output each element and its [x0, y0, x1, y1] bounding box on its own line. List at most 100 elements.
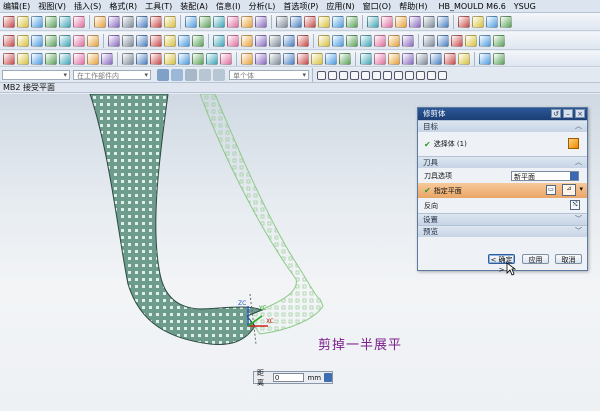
toolbar-tool-icon[interactable] [206, 52, 218, 65]
plane-type-icon[interactable]: ⊿ [562, 184, 576, 196]
toolbar-tool-icon[interactable] [227, 15, 239, 28]
toolbar-tool-icon[interactable] [465, 34, 477, 47]
menu-help[interactable]: 帮助(H) [396, 1, 432, 12]
toolbar-tool-icon[interactable] [178, 34, 190, 47]
toolbar-tool-icon[interactable] [241, 52, 253, 65]
snap-point-icon[interactable] [405, 70, 414, 80]
toolbar-tool-icon[interactable] [360, 52, 372, 65]
snap-icon[interactable] [185, 69, 197, 81]
toolbar-tool-icon[interactable] [164, 15, 176, 28]
toolbar-tool-icon[interactable] [31, 52, 43, 65]
toolbar-tool-icon[interactable] [346, 34, 358, 47]
toolbar-tool-icon[interactable] [255, 52, 267, 65]
toolbar-tool-icon[interactable] [437, 15, 449, 28]
toolbar-tool-icon[interactable] [458, 15, 470, 28]
toolbar-tool-icon[interactable] [136, 52, 148, 65]
toolbar-tool-icon[interactable] [178, 52, 190, 65]
toolbar-tool-icon[interactable] [297, 52, 309, 65]
toolbar-tool-icon[interactable] [94, 15, 106, 28]
menu-format[interactable]: 格式(R) [106, 1, 142, 12]
toolbar-tool-icon[interactable] [318, 34, 330, 47]
toolbar-tool-icon[interactable] [150, 15, 162, 28]
toolbar-tool-icon[interactable] [479, 34, 491, 47]
toolbar-tool-icon[interactable] [416, 52, 428, 65]
toolbar-tool-icon[interactable] [31, 34, 43, 47]
toolbar-tool-icon[interactable] [122, 15, 134, 28]
toolbar-tool-icon[interactable] [150, 34, 162, 47]
toolbar-tool-icon[interactable] [430, 52, 442, 65]
toolbar-tool-icon[interactable] [136, 34, 148, 47]
toolbar-tool-icon[interactable] [108, 34, 120, 47]
toolbar-tool-icon[interactable] [332, 34, 344, 47]
toolbar-tool-icon[interactable] [486, 15, 498, 28]
toolbar-tool-icon[interactable] [423, 34, 435, 47]
toolbar-tool-icon[interactable] [73, 15, 85, 28]
close-icon[interactable]: × [575, 109, 585, 118]
snap-point-icon[interactable] [372, 70, 381, 80]
toolbar-tool-icon[interactable] [241, 15, 253, 28]
toolbar-tool-icon[interactable] [59, 34, 71, 47]
body-select-combo[interactable]: 单个体 [229, 70, 309, 80]
toolbar-tool-icon[interactable] [318, 15, 330, 28]
toolbar-tool-icon[interactable] [325, 52, 337, 65]
toolbar-tool-icon[interactable] [3, 34, 15, 47]
toolbar-tool-icon[interactable] [136, 15, 148, 28]
toolbar-tool-icon[interactable] [472, 15, 484, 28]
toolbar-tool-icon[interactable] [479, 52, 491, 65]
toolbar-tool-icon[interactable] [73, 52, 85, 65]
toolbar-tool-icon[interactable] [458, 52, 470, 65]
toolbar-tool-icon[interactable] [283, 34, 295, 47]
toolbar-tool-icon[interactable] [374, 52, 386, 65]
toolbar-tool-icon[interactable] [290, 15, 302, 28]
snap-point-icon[interactable] [383, 70, 392, 80]
toolbar-tool-icon[interactable] [332, 15, 344, 28]
toolbar-tool-icon[interactable] [227, 34, 239, 47]
snap-point-icon[interactable] [339, 70, 348, 80]
tool-option-select[interactable]: 新平面 [511, 170, 579, 181]
line-icon[interactable] [213, 69, 225, 81]
menu-edit[interactable]: 编辑(E) [0, 1, 35, 12]
toolbar-tool-icon[interactable] [199, 15, 211, 28]
tool-section-header[interactable]: 刀具 ︿ [418, 156, 587, 168]
toolbar-tool-icon[interactable] [108, 15, 120, 28]
toolbar-tool-icon[interactable] [269, 34, 281, 47]
toolbar-tool-icon[interactable] [59, 52, 71, 65]
snap-point-icon[interactable] [438, 70, 447, 80]
toolbar-tool-icon[interactable] [101, 52, 113, 65]
reverse-direction-icon[interactable]: ⤭ [570, 200, 580, 210]
toolbar-tool-icon[interactable] [87, 52, 99, 65]
toolbar-tool-icon[interactable] [192, 52, 204, 65]
menu-hb-mould[interactable]: HB_MOULD M6.6 [432, 2, 510, 11]
toolbar-tool-icon[interactable] [437, 34, 449, 47]
menu-assembly[interactable]: 装配(A) [177, 1, 213, 12]
toolbar-tool-icon[interactable] [122, 52, 134, 65]
toolbar-tool-icon[interactable] [276, 15, 288, 28]
toolbar-tool-icon[interactable] [213, 15, 225, 28]
settings-section-header[interactable]: 设置 ﹀ [418, 213, 587, 225]
snap-point-icon[interactable] [361, 70, 370, 80]
target-section-header[interactable]: 目标 ︿ [418, 120, 587, 132]
snap-point-icon[interactable] [350, 70, 359, 80]
toolbar-tool-icon[interactable] [388, 34, 400, 47]
toolbar-tool-icon[interactable] [17, 15, 29, 28]
toolbar-tool-icon[interactable] [241, 34, 253, 47]
toolbar-tool-icon[interactable] [500, 15, 512, 28]
toolbar-tool-icon[interactable] [185, 15, 197, 28]
toolbar-tool-icon[interactable] [164, 52, 176, 65]
toolbar-tool-icon[interactable] [493, 52, 505, 65]
menu-preferences[interactable]: 首选项(P) [280, 1, 323, 12]
snap-point-icon[interactable] [416, 70, 425, 80]
menu-application[interactable]: 应用(N) [323, 1, 359, 12]
toolbar-tool-icon[interactable] [164, 34, 176, 47]
toolbar-tool-icon[interactable] [346, 15, 358, 28]
toolbar-tool-icon[interactable] [87, 34, 99, 47]
apply-button[interactable]: 应用 [522, 254, 549, 264]
toolbar-tool-icon[interactable] [283, 52, 295, 65]
toolbar-tool-icon[interactable] [17, 34, 29, 47]
point-icon[interactable] [199, 69, 211, 81]
chevron-down-icon[interactable]: ▾ [579, 185, 583, 193]
toolbar-tool-icon[interactable] [31, 15, 43, 28]
cancel-button[interactable]: 取消 [555, 254, 582, 264]
distance-dropdown-button[interactable] [324, 373, 333, 382]
toolbar-tool-icon[interactable] [423, 15, 435, 28]
